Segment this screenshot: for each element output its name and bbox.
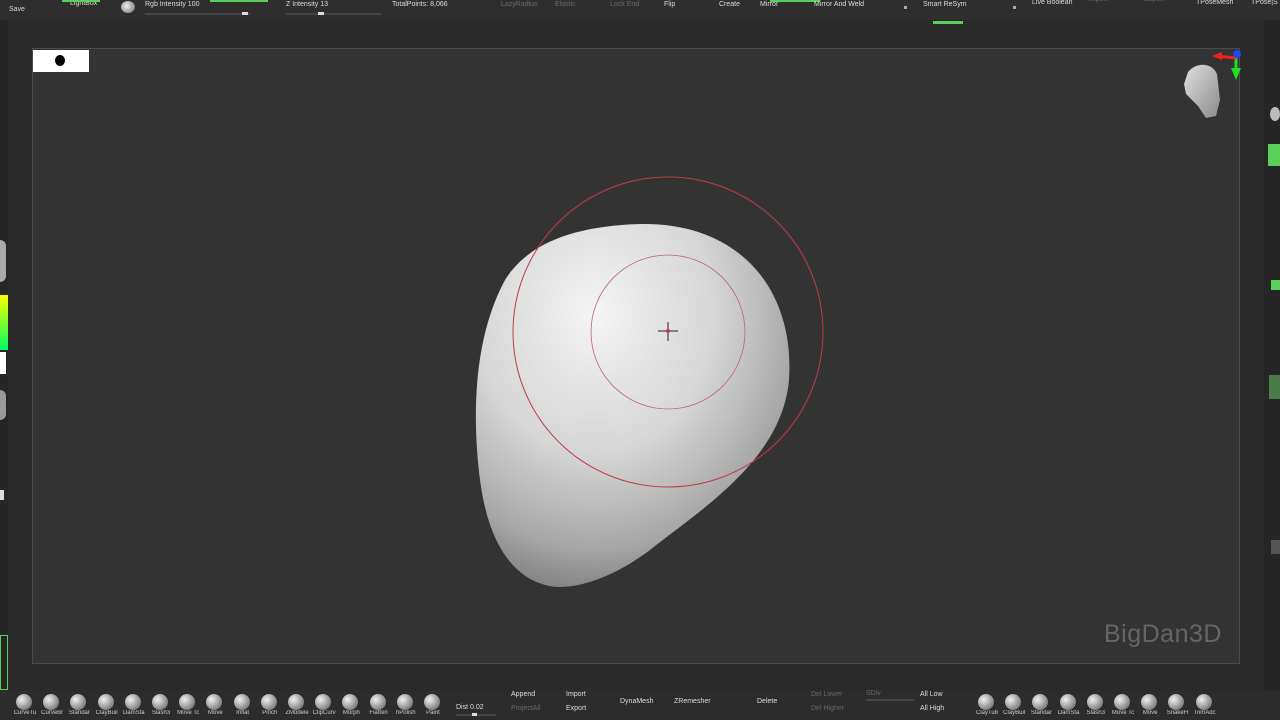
project-all-button[interactable]: ProjectAll <box>511 705 541 712</box>
export-button[interactable]: Export <box>566 705 586 712</box>
all-high-button[interactable]: All High <box>920 705 944 712</box>
brush-button-trimadc[interactable]: TrimAdc <box>1193 694 1216 720</box>
dist-handle[interactable] <box>472 713 477 716</box>
brush-sphere-icon <box>1195 694 1212 710</box>
brush-sphere-icon <box>396 694 413 710</box>
del-higher-button[interactable]: Del Higher <box>811 705 844 712</box>
brush-button-inflat[interactable]: Inflat <box>231 694 253 720</box>
brush-button-paint[interactable]: Paint <box>421 694 443 720</box>
brush-button-zmodele[interactable]: ZModele <box>285 694 309 720</box>
brush-button-curvetu[interactable]: CurveTu <box>13 694 36 720</box>
brush-sphere-icon <box>424 694 440 710</box>
brush-button-clipcurv[interactable]: ClipCurv <box>312 694 336 720</box>
brush-button-slash3[interactable]: Slash3 <box>1084 694 1106 720</box>
brush-button-claytub[interactable]: ClayTub <box>975 694 998 720</box>
delete-button[interactable]: Delete <box>757 698 777 705</box>
navigation-head-icon <box>1184 64 1220 118</box>
brush-sphere-icon <box>1114 694 1130 710</box>
dynamesh-button[interactable]: DynaMesh <box>620 698 653 705</box>
all-low-button[interactable]: All Low <box>920 691 943 698</box>
brush-button-standar[interactable]: Standar <box>67 694 90 720</box>
scene-svg <box>475 50 1241 587</box>
import-button[interactable]: Import <box>566 691 586 698</box>
zremesher-button[interactable]: ZRemesher <box>674 698 711 705</box>
brush-label: Paint <box>426 710 440 716</box>
brush-button-curvebr[interactable]: CurveBr <box>40 694 63 720</box>
brush-button-damsta[interactable]: DamSta <box>122 694 145 720</box>
brush-button-damsta[interactable]: DamSta <box>1057 694 1079 720</box>
brush-sphere-icon <box>315 694 332 710</box>
brush-sphere-icon <box>1086 694 1103 710</box>
dist-slider[interactable]: Dist 0.02 <box>456 704 484 711</box>
brush-button-claybuil[interactable]: ClayBuil <box>95 694 118 720</box>
sdiv-slider[interactable]: SDiv <box>866 690 881 697</box>
brush-label: TrimAdc <box>1193 710 1216 716</box>
brush-button-standar[interactable]: Standar <box>1029 694 1052 720</box>
brush-sphere-icon <box>288 694 304 710</box>
brush-sphere-icon <box>16 694 32 710</box>
brush-button-flatten[interactable]: Flatten <box>367 694 389 720</box>
brush-button-move-tc[interactable]: Move Tc <box>1111 694 1134 720</box>
brush-sphere-icon <box>1168 694 1185 710</box>
brush-sphere-icon <box>1005 694 1022 710</box>
sdiv-track <box>866 699 914 701</box>
brush-sphere-icon <box>1141 694 1158 710</box>
brush-sphere-icon <box>233 694 250 710</box>
brush-button-claybuil[interactable]: ClayBuil <box>1002 694 1025 720</box>
brush-sphere-icon <box>97 694 114 710</box>
brush-sphere-icon <box>260 694 277 710</box>
brush-button-slash3[interactable]: Slash3 <box>149 694 171 720</box>
brush-sphere-icon <box>179 694 196 710</box>
brush-sphere-icon <box>152 694 168 710</box>
brush-button-pinch[interactable]: Pinch <box>258 694 280 720</box>
brush-button-snakeh[interactable]: SnakeH <box>1165 694 1188 720</box>
watermark-text: BigDan3D <box>1104 620 1222 648</box>
bottom-toolbar: CurveTu CurveBr Standar ClayBuil DamSta Slash… <box>0 690 1280 720</box>
brush-sphere-icon <box>1032 694 1049 710</box>
brush-button-move[interactable]: Move <box>1138 694 1160 720</box>
brush-sphere-icon <box>978 694 994 710</box>
brush-sphere-icon <box>70 694 87 710</box>
brush-sphere-icon <box>342 694 359 710</box>
brush-button-hpolish[interactable]: hPolish <box>394 694 416 720</box>
brush-sphere-icon <box>369 694 386 710</box>
brush-button-move-tc[interactable]: Move Tc <box>176 694 199 720</box>
brush-sphere-icon <box>43 694 60 710</box>
brush-sphere-icon <box>206 694 223 710</box>
brush-sphere-icon <box>1059 694 1076 710</box>
brush-button-move[interactable]: Move <box>203 694 225 720</box>
append-button[interactable]: Append <box>511 691 535 698</box>
brush-button-morph[interactable]: Morph <box>339 694 361 720</box>
brush-sphere-icon <box>124 694 141 710</box>
del-lower-button[interactable]: Del Lower <box>811 691 843 698</box>
